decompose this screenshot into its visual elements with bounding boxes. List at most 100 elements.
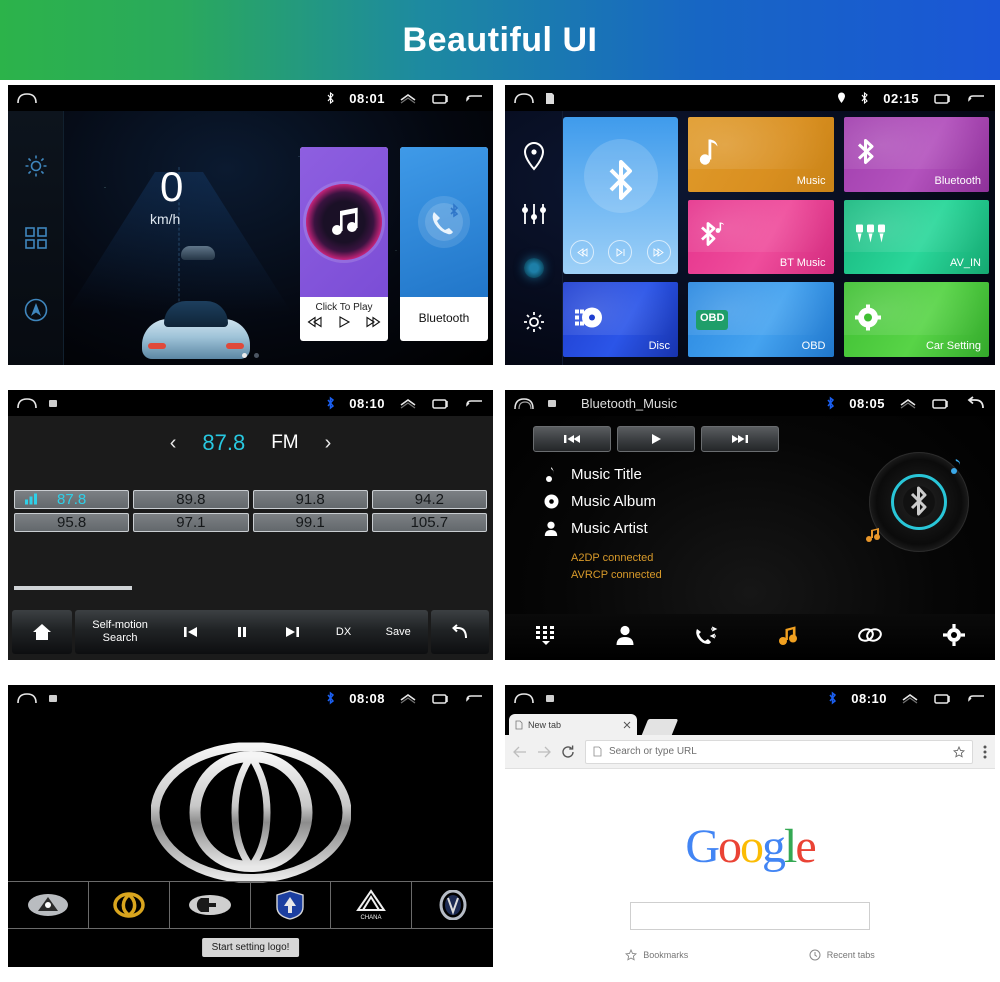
- dot-indicator[interactable]: [523, 257, 544, 278]
- brand-logo-item[interactable]: [8, 882, 89, 928]
- preset-button[interactable]: 89.8: [133, 490, 249, 509]
- new-tab-button[interactable]: [641, 719, 679, 735]
- chevron-up-icon[interactable]: [399, 92, 417, 104]
- music-note-icon[interactable]: [765, 620, 810, 654]
- browser-tab[interactable]: New tab: [509, 714, 637, 735]
- dx-button[interactable]: DX: [336, 626, 351, 639]
- home-icon[interactable]: [16, 91, 38, 105]
- link-icon[interactable]: [857, 626, 883, 649]
- next-icon[interactable]: [365, 316, 381, 328]
- reload-icon[interactable]: [561, 745, 575, 759]
- forward-arrow-icon[interactable]: [537, 746, 551, 758]
- chevron-up-icon[interactable]: [399, 692, 417, 704]
- star-icon[interactable]: [953, 745, 965, 758]
- preset-button[interactable]: 94.2: [371, 490, 487, 509]
- gear-icon[interactable]: [943, 623, 966, 651]
- tile-obd[interactable]: OBD OBD: [688, 282, 834, 357]
- note-icon: [543, 466, 559, 483]
- brand-logo-item[interactable]: CHANA: [331, 882, 413, 928]
- equalizer-icon[interactable]: [520, 202, 548, 226]
- call-history-icon[interactable]: [694, 625, 718, 650]
- page-indicator[interactable]: [8, 353, 493, 358]
- home-icon[interactable]: [16, 396, 38, 410]
- bluetooth-widget[interactable]: [563, 117, 678, 275]
- previous-button[interactable]: [533, 426, 611, 452]
- back-icon[interactable]: [965, 395, 987, 411]
- scroll-indicator[interactable]: [14, 586, 132, 590]
- preset-button[interactable]: 97.1: [133, 513, 249, 532]
- home-icon[interactable]: [513, 691, 535, 705]
- prev-icon[interactable]: [307, 316, 323, 328]
- contacts-icon[interactable]: [616, 625, 634, 650]
- address-bar[interactable]: Search or type URL: [585, 739, 973, 764]
- back-icon[interactable]: [967, 92, 987, 105]
- google-search-box[interactable]: [630, 902, 870, 930]
- chevron-up-icon[interactable]: [399, 397, 417, 409]
- back-button[interactable]: [431, 610, 489, 654]
- prev-icon[interactable]: [182, 624, 200, 640]
- music-card[interactable]: Click To Play: [300, 147, 388, 341]
- recents-icon[interactable]: [931, 397, 951, 410]
- next-frequency-button[interactable]: ›: [325, 432, 332, 455]
- dialpad-icon[interactable]: [535, 624, 557, 651]
- speed-unit: km/h: [150, 211, 181, 227]
- bookmarks-button[interactable]: Bookmarks: [625, 949, 688, 961]
- page-dot-2[interactable]: [254, 353, 259, 358]
- navigation-icon[interactable]: [22, 296, 50, 324]
- play-button[interactable]: [617, 426, 695, 452]
- home-icon[interactable]: [16, 691, 38, 705]
- save-button[interactable]: Save: [386, 626, 411, 639]
- page-dot-1[interactable]: [242, 353, 247, 358]
- preset-button[interactable]: 105.7: [371, 513, 487, 532]
- home-icon[interactable]: [513, 395, 537, 411]
- back-icon[interactable]: [465, 92, 485, 105]
- location-pin-icon[interactable]: [521, 141, 547, 171]
- back-icon[interactable]: [465, 692, 485, 705]
- bluetooth-navbar: [505, 614, 995, 660]
- prev-icon[interactable]: [570, 240, 595, 265]
- back-icon[interactable]: [465, 397, 485, 410]
- close-icon[interactable]: [623, 721, 631, 729]
- back-arrow-icon[interactable]: [513, 746, 527, 758]
- preset-button[interactable]: 91.8: [252, 490, 368, 509]
- preset-button[interactable]: 95.8: [14, 513, 130, 532]
- preset-button[interactable]: 99.1: [252, 513, 368, 532]
- chevron-up-icon[interactable]: [901, 692, 919, 704]
- back-icon[interactable]: [967, 692, 987, 705]
- next-icon[interactable]: [283, 624, 301, 640]
- pause-icon[interactable]: [235, 624, 249, 640]
- next-button[interactable]: [701, 426, 779, 452]
- recents-icon[interactable]: [933, 92, 953, 105]
- tile-av-in[interactable]: AV_IN: [843, 199, 989, 275]
- recents-icon[interactable]: [933, 692, 953, 705]
- tile-disc[interactable]: Disc: [563, 282, 678, 357]
- recents-icon[interactable]: [431, 397, 451, 410]
- brand-logo-item[interactable]: [89, 882, 170, 928]
- tile-bluetooth[interactable]: Bluetooth: [843, 117, 989, 192]
- chevron-up-icon[interactable]: [899, 397, 917, 409]
- next-icon[interactable]: [646, 240, 671, 265]
- brand-logo-item[interactable]: [412, 882, 493, 928]
- grid-icon[interactable]: [23, 225, 49, 251]
- preset-button[interactable]: 87.8: [14, 490, 130, 509]
- prev-frequency-button[interactable]: ‹: [170, 432, 177, 455]
- gear-icon[interactable]: [521, 309, 547, 335]
- brand-logo-item[interactable]: [170, 882, 251, 928]
- home-button[interactable]: [12, 610, 72, 654]
- recents-icon[interactable]: [431, 92, 451, 105]
- play-icon[interactable]: [337, 315, 351, 329]
- more-vert-icon[interactable]: [983, 745, 987, 759]
- bluetooth-card[interactable]: Bluetooth: [400, 147, 488, 341]
- recent-tabs-button[interactable]: Recent tabs: [809, 949, 875, 961]
- brand-logo-item[interactable]: [251, 882, 332, 928]
- preset-label: 95.8: [57, 514, 87, 531]
- tile-bt-music[interactable]: BT Music: [688, 199, 834, 275]
- tile-car-setting[interactable]: Car Setting: [843, 282, 989, 357]
- connection-status: A2DP connected AVRCP connected: [571, 550, 662, 583]
- play-pause-icon[interactable]: [608, 240, 633, 265]
- gear-icon[interactable]: [22, 152, 50, 180]
- self-motion-search-button[interactable]: Self-motion Search: [92, 619, 148, 644]
- recents-icon[interactable]: [431, 692, 451, 705]
- home-icon[interactable]: [513, 91, 535, 105]
- tile-music[interactable]: Music: [688, 117, 834, 192]
